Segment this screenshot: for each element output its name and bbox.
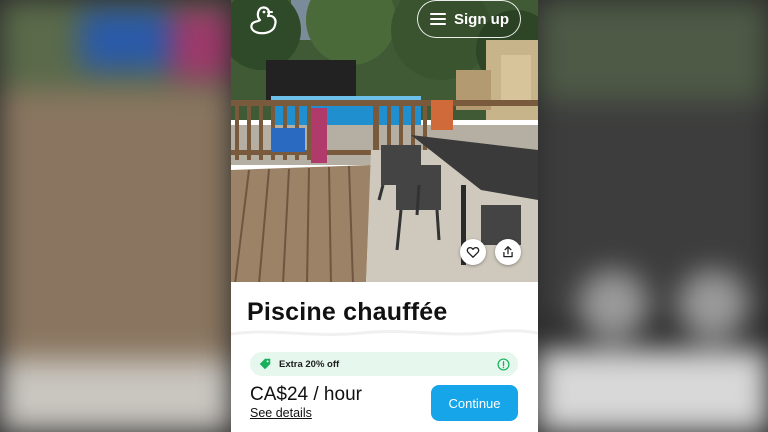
share-icon [503,246,513,258]
favorite-button[interactable] [460,239,486,265]
info-icon[interactable] [497,357,510,371]
see-details-link[interactable]: See details [250,406,312,420]
tag-icon [259,358,271,370]
continue-button[interactable]: Continue [431,385,518,421]
promo-text: Extra 20% off [279,358,340,370]
blurred-backdrop-left [0,0,231,432]
mobile-listing-page: Sign up Piscine chauffée Extra 20% off C… [231,0,538,432]
wave-divider [231,329,538,336]
promo-banner[interactable]: Extra 20% off [250,352,518,376]
hamburger-menu-icon [430,13,446,25]
booking-sheet: Piscine chauffée Extra 20% off CA$24 / h… [231,282,538,432]
signup-menu-button[interactable]: Sign up [417,0,521,38]
share-button[interactable] [495,239,521,265]
duck-logo-icon[interactable] [247,4,281,38]
listing-title: Piscine chauffée [247,298,448,326]
signup-label: Sign up [454,10,509,28]
listing-photo[interactable] [231,0,538,284]
price-per-hour: CA$24 / hour [250,384,362,405]
heart-icon [466,246,480,258]
blurred-backdrop-right [538,0,768,432]
